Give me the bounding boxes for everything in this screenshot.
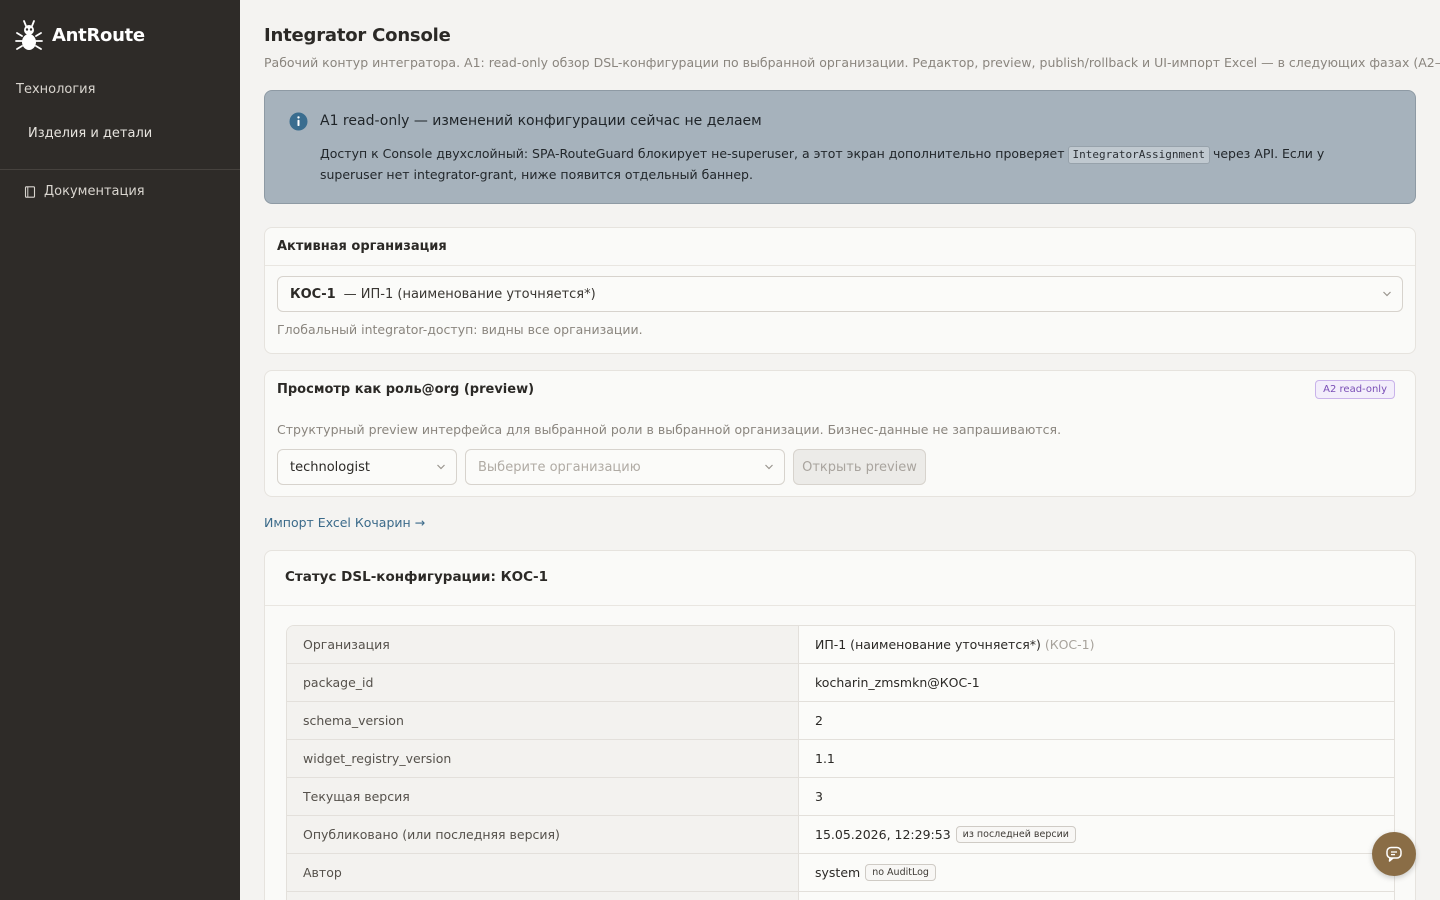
preview-org-placeholder: Выберите организацию: [478, 460, 641, 475]
brand-name: AntRoute: [52, 24, 145, 46]
table-row: widget_registry_version 1.1: [287, 740, 1394, 778]
row-value: ИП-1 (наименование уточняется*) (КОС-1): [799, 626, 1394, 663]
org-hint: Глобальный integrator-доступ: видны все …: [277, 322, 643, 337]
chat-button[interactable]: [1372, 832, 1416, 876]
value-text: system: [815, 865, 861, 880]
sidebar-item-products[interactable]: Изделия и детали: [28, 126, 152, 141]
code-integrator-assignment: IntegratorAssignment: [1067, 146, 1210, 164]
import-excel-link[interactable]: Импорт Excel Кочарин →: [264, 515, 425, 530]
row-key: Автор: [287, 854, 799, 891]
sidebar: AntRoute Технология Изделия и детали Док…: [0, 0, 240, 900]
preview-title: Просмотр как роль@org (preview): [277, 382, 535, 397]
chevron-down-icon: [1383, 291, 1391, 297]
value-text: ИП-1 (наименование уточняется*): [815, 637, 1041, 652]
document-icon: [24, 185, 36, 198]
row-key: Текущая версия: [287, 778, 799, 815]
page-title: Integrator Console: [264, 25, 451, 46]
status-badge: A2 read-only: [1315, 380, 1395, 399]
status-title: Статус DSL-конфигурации: КОС-1: [285, 569, 548, 585]
info-banner: A1 read-only — изменений конфигурации се…: [264, 90, 1416, 204]
row-value: 15.05.2026, 12:29:53 из последней версии: [799, 816, 1394, 853]
sidebar-divider: [0, 169, 240, 170]
value-text: kocharin_zmsmkn@КОС-1: [815, 675, 980, 690]
table-row: [287, 892, 1394, 900]
banner-text-before: Доступ к Console двухслойный: SPA-RouteG…: [320, 146, 1065, 161]
table-row: Организация ИП-1 (наименование уточняетс…: [287, 626, 1394, 664]
card-divider: [265, 605, 1415, 606]
table-row: Опубликовано (или последняя версия) 15.0…: [287, 816, 1394, 854]
dsl-status-card: Статус DSL-конфигурации: КОС-1 Организац…: [264, 550, 1416, 900]
value-muted: (КОС-1): [1044, 637, 1095, 652]
chevron-down-icon: [437, 464, 445, 470]
table-row: schema_version 2: [287, 702, 1394, 740]
row-value: 1.1: [799, 740, 1394, 777]
row-value: [799, 892, 1394, 900]
value-text: 15.05.2026, 12:29:53: [815, 827, 951, 842]
org-select[interactable]: КОС-1 — ИП-1 (наименование уточняется*): [277, 276, 1403, 312]
preview-description: Структурный preview интерфейса для выбра…: [277, 422, 1062, 437]
row-value: system no AuditLog: [799, 854, 1394, 891]
page-subtitle: Рабочий контур интегратора. A1: read-onl…: [264, 55, 1440, 70]
preview-card: Просмотр как роль@org (preview) A2 read-…: [264, 370, 1416, 497]
active-org-title: Активная организация: [277, 239, 447, 254]
active-org-card: Активная организация КОС-1 — ИП-1 (наиме…: [264, 227, 1416, 354]
source-tag: из последней версии: [955, 826, 1076, 843]
row-key: widget_registry_version: [287, 740, 799, 777]
value-text: 1.1: [815, 751, 835, 766]
ant-logo-icon: [15, 20, 43, 50]
row-key: Организация: [287, 626, 799, 663]
value-text: 3: [815, 789, 823, 804]
role-value: technologist: [290, 460, 370, 475]
table-row: package_id kocharin_zmsmkn@КОС-1: [287, 664, 1394, 702]
open-preview-button[interactable]: Открыть preview: [793, 449, 926, 485]
status-table: Организация ИП-1 (наименование уточняетс…: [286, 625, 1395, 900]
banner-title: A1 read-only — изменений конфигурации се…: [320, 113, 762, 129]
role-select[interactable]: technologist: [277, 449, 457, 485]
chat-icon: [1386, 846, 1402, 862]
chevron-down-icon: [765, 464, 773, 470]
row-key: schema_version: [287, 702, 799, 739]
row-key: package_id: [287, 664, 799, 701]
audit-tag: no AuditLog: [865, 864, 936, 881]
banner-body: Доступ к Console двухслойный: SPA-RouteG…: [320, 143, 1390, 185]
org-code: КОС-1: [290, 286, 336, 302]
row-value: 2: [799, 702, 1394, 739]
brand[interactable]: AntRoute: [14, 18, 145, 52]
sidebar-item-documentation[interactable]: Документация: [24, 184, 145, 199]
row-key: [287, 892, 799, 900]
main-content: Integrator Console Рабочий контур интегр…: [264, 0, 1440, 900]
row-value: kocharin_zmsmkn@КОС-1: [799, 664, 1394, 701]
table-row: Автор system no AuditLog: [287, 854, 1394, 892]
info-icon: [289, 112, 308, 131]
row-value: 3: [799, 778, 1394, 815]
table-row: Текущая версия 3: [287, 778, 1394, 816]
value-text: 2: [815, 713, 823, 728]
row-key: Опубликовано (или последняя версия): [287, 816, 799, 853]
org-name: — ИП-1 (наименование уточняется*): [343, 286, 596, 302]
nav-section-technology: Технология: [16, 82, 96, 97]
card-divider: [265, 265, 1415, 266]
sidebar-item-label: Документация: [44, 184, 145, 199]
preview-org-select[interactable]: Выберите организацию: [465, 449, 785, 485]
